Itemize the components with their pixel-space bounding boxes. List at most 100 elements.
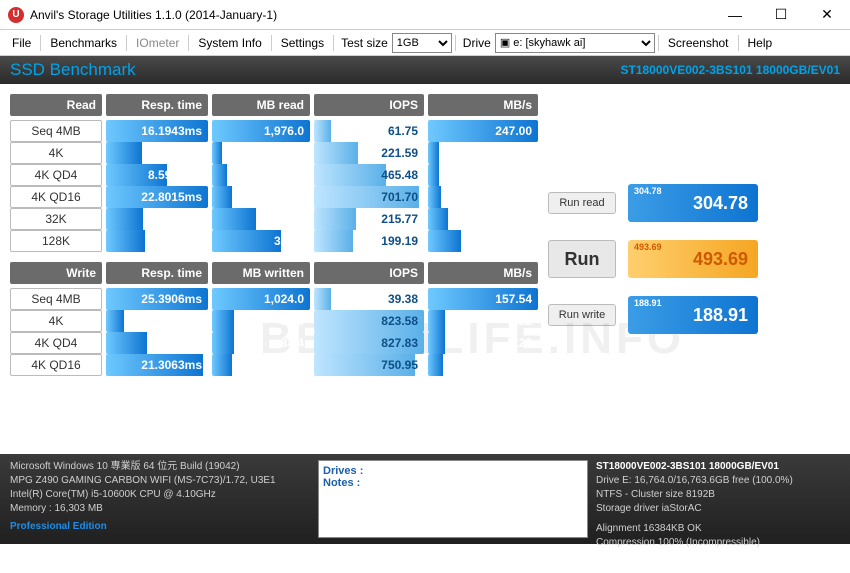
read-row: Seq 4MB16.1943ms1,976.061.75247.00 (10, 120, 538, 142)
header-strip: SSD Benchmark ST18000VE002-3BS101 18000G… (0, 56, 850, 84)
titlebar: U Anvil's Storage Utilities 1.1.0 (2014-… (0, 0, 850, 30)
iops-cell: 215.77 (314, 208, 424, 230)
menubar: File Benchmarks IOmeter System Info Sett… (0, 30, 850, 56)
write-row: 4K QD44.8319ms34.4827.833.23 (10, 332, 538, 354)
iops-cell: 39.38 (314, 288, 424, 310)
iops-cell: 750.95 (314, 354, 424, 376)
drive-info-panel: ST18000VE002-3BS101 18000GB/EV01 Drive E… (596, 460, 840, 538)
read-row: 4K QD48.5932ms22.8465.481.82 (10, 164, 538, 186)
minimize-button[interactable]: — (712, 0, 758, 30)
page-title: SSD Benchmark (10, 60, 136, 80)
run-button[interactable]: Run (548, 240, 616, 278)
mb-cell: 101.3 (212, 208, 310, 230)
run-write-button[interactable]: Run write (548, 304, 616, 326)
edition-label: Professional Edition (10, 520, 310, 534)
header-mbread: MB read (212, 94, 310, 116)
row-label: Seq 4MB (10, 120, 102, 142)
read-row: 128K5.0204ms373.9199.1924.90 (10, 230, 538, 252)
resp-time-cell: 4.8319ms (106, 332, 208, 354)
row-label: 4K QD16 (10, 354, 102, 376)
mb-cell: 10.8 (212, 142, 310, 164)
resp-time-cell: 1.2142ms (106, 310, 208, 332)
test-size-label: Test size (341, 36, 388, 50)
resp-time-cell: 4.6346ms (106, 208, 208, 230)
header-wmbs: MB/s (428, 262, 538, 284)
resp-time-cell: 21.3063ms (106, 354, 208, 376)
iops-cell: 827.83 (314, 332, 424, 354)
write-row: 4K1.2142ms34.5823.583.22 (10, 310, 538, 332)
test-size-select[interactable]: 1GB (392, 33, 452, 53)
close-button[interactable]: ✕ (804, 0, 850, 30)
row-label: 4K QD4 (10, 332, 102, 354)
row-label: 4K (10, 142, 102, 164)
write-row: Seq 4MB25.3906ms1,024.039.38157.54 (10, 288, 538, 310)
bench-table: Read Resp. time MB read IOPS MB/s Seq 4M… (10, 94, 538, 376)
write-header-row: Write Resp. time MB written IOPS MB/s (10, 262, 538, 284)
resp-time-cell: 22.8015ms (106, 186, 208, 208)
row-label: 4K (10, 310, 102, 332)
mbs-cell: 2.74 (428, 186, 538, 208)
mb-cell: 34.5 (212, 310, 310, 332)
mb-cell: 34.3 (212, 186, 310, 208)
menu-settings[interactable]: Settings (275, 33, 330, 53)
header-wresp: Resp. time (106, 262, 208, 284)
drive-model-header: ST18000VE002-3BS101 18000GB/EV01 (621, 63, 841, 77)
read-score-box: 304.78 304.78 (628, 184, 758, 222)
row-label: 32K (10, 208, 102, 230)
write-row: 4K QD1621.3063ms31.3750.952.93 (10, 354, 538, 376)
footer: Microsoft Windows 10 專業版 64 位元 Build (19… (0, 454, 850, 544)
header-mbwritten: MB written (212, 262, 310, 284)
menu-screenshot[interactable]: Screenshot (662, 33, 735, 53)
drive-label: Drive (463, 36, 491, 50)
iops-cell: 465.48 (314, 164, 424, 186)
run-read-button[interactable]: Run read (548, 192, 616, 214)
iops-cell: 221.59 (314, 142, 424, 164)
row-label: Seq 4MB (10, 288, 102, 310)
iops-cell: 199.19 (314, 230, 424, 252)
mb-cell: 1,976.0 (212, 120, 310, 142)
resp-time-cell: 8.5932ms (106, 164, 208, 186)
mbs-cell: 3.22 (428, 310, 538, 332)
system-info-panel: Microsoft Windows 10 專業版 64 位元 Build (19… (10, 460, 310, 538)
read-row: 32K4.6346ms101.3215.776.74 (10, 208, 538, 230)
mbs-cell: 157.54 (428, 288, 538, 310)
write-score-box: 188.91 188.91 (628, 296, 758, 334)
maximize-button[interactable]: ☐ (758, 0, 804, 30)
menu-iometer[interactable]: IOmeter (130, 33, 185, 53)
header-write: Write (10, 262, 102, 284)
mbs-cell: 247.00 (428, 120, 538, 142)
menu-help[interactable]: Help (742, 33, 779, 53)
resp-time-cell: 4.5128ms (106, 142, 208, 164)
row-label: 4K QD4 (10, 164, 102, 186)
mb-cell: 22.8 (212, 164, 310, 186)
mbs-cell: 6.74 (428, 208, 538, 230)
read-row: 4K QD1622.8015ms34.3701.702.74 (10, 186, 538, 208)
app-icon: U (8, 7, 24, 23)
iops-cell: 701.70 (314, 186, 424, 208)
score-column: Run read 304.78 304.78 Run 493.69 493.69… (548, 94, 840, 376)
row-label: 128K (10, 230, 102, 252)
notes-panel[interactable]: Drives : Notes : (318, 460, 588, 538)
resp-time-cell: 5.0204ms (106, 230, 208, 252)
header-resp: Resp. time (106, 94, 208, 116)
row-label: 4K QD16 (10, 186, 102, 208)
mb-cell: 1,024.0 (212, 288, 310, 310)
iops-cell: 61.75 (314, 120, 424, 142)
header-wiops: IOPS (314, 262, 424, 284)
mb-cell: 34.4 (212, 332, 310, 354)
mbs-cell: 24.90 (428, 230, 538, 252)
mbs-cell: 1.82 (428, 164, 538, 186)
drive-select[interactable]: ▣ e: [skyhawk ai] (495, 33, 655, 53)
mb-cell: 31.3 (212, 354, 310, 376)
mbs-cell: 0.87 (428, 142, 538, 164)
header-read: Read (10, 94, 102, 116)
resp-time-cell: 16.1943ms (106, 120, 208, 142)
menu-system-info[interactable]: System Info (192, 33, 267, 53)
header-iops: IOPS (314, 94, 424, 116)
mb-cell: 373.9 (212, 230, 310, 252)
menu-file[interactable]: File (6, 33, 37, 53)
mbs-cell: 2.93 (428, 354, 538, 376)
resp-time-cell: 25.3906ms (106, 288, 208, 310)
menu-benchmarks[interactable]: Benchmarks (44, 33, 123, 53)
read-header-row: Read Resp. time MB read IOPS MB/s (10, 94, 538, 116)
